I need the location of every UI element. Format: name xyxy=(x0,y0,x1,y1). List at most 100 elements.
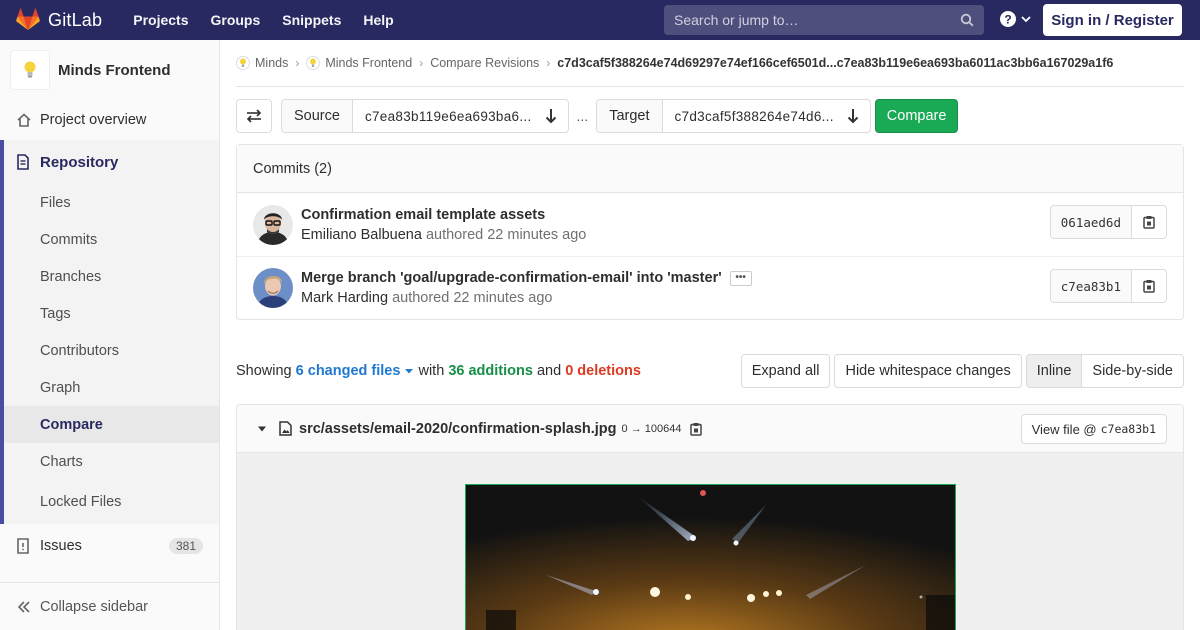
compare-button[interactable]: Compare xyxy=(874,99,959,133)
breadcrumb-separator: › xyxy=(295,56,300,70)
copy-sha-button[interactable] xyxy=(1132,206,1166,238)
inline-view-button[interactable]: Inline xyxy=(1025,354,1083,388)
diff-stats-bar: Showing 6 changed files with 36 addition… xyxy=(236,353,1184,389)
home-icon xyxy=(16,112,32,128)
commit-row: Confirmation email template assets Emili… xyxy=(237,193,1183,256)
commit-sha[interactable]: c7ea83b1 xyxy=(1050,270,1132,302)
author-avatar[interactable] xyxy=(253,268,293,308)
changed-files-dropdown[interactable]: 6 changed files xyxy=(296,363,415,379)
svg-text:?: ? xyxy=(1004,13,1011,27)
commit-title[interactable]: Confirmation email template assets xyxy=(301,207,586,223)
diff-summary-text: with xyxy=(418,363,445,379)
sidebar-item-issues[interactable]: Issues 381 xyxy=(0,526,219,566)
nav-projects[interactable]: Projects xyxy=(130,12,191,28)
sidebar-item-repository[interactable]: Repository xyxy=(4,140,219,184)
nav-snippets[interactable]: Snippets xyxy=(279,12,344,28)
sidebar-item-label: Issues xyxy=(40,538,82,554)
sidebar-item-branches[interactable]: Branches xyxy=(4,258,219,295)
view-file-label: View file @ xyxy=(1031,421,1097,437)
collapse-label: Collapse sidebar xyxy=(40,598,149,615)
search-icon xyxy=(960,13,974,27)
group-avatar-icon xyxy=(236,56,250,70)
project-avatar-icon xyxy=(306,56,321,70)
commit-author[interactable]: Mark Harding xyxy=(301,290,388,306)
nav-groups[interactable]: Groups xyxy=(207,12,263,28)
gitlab-logo[interactable]: GitLab xyxy=(16,0,102,40)
hide-whitespace-button[interactable]: Hide whitespace changes xyxy=(834,354,1022,388)
expand-description-button[interactable]: ••• xyxy=(729,270,752,286)
sidebar-item-locked-files[interactable]: Locked Files xyxy=(4,480,219,524)
commits-panel: Commits (2) Confirmation email template … xyxy=(236,144,1184,320)
collapse-sidebar-button[interactable]: Collapse sidebar xyxy=(0,582,219,630)
sidebar-item-overview[interactable]: Project overview xyxy=(0,100,219,140)
copy-sha-button[interactable] xyxy=(1132,270,1166,302)
diff-file: src/assets/email-2020/confirmation-splas… xyxy=(236,404,1184,630)
swap-revisions-button[interactable] xyxy=(236,99,272,133)
sidebar-item-commits[interactable]: Commits xyxy=(4,221,219,258)
sidebar-item-files[interactable]: Files xyxy=(4,184,219,221)
collapse-file-toggle[interactable] xyxy=(257,425,267,433)
sidebar-item-graph[interactable]: Graph xyxy=(4,369,219,406)
diff-view-controls: Expand all Hide whitespace changes Inlin… xyxy=(737,354,1184,388)
target-ref-selector[interactable]: Target c7d3caf5f388264e74d6... xyxy=(596,99,871,133)
side-by-side-view-button[interactable]: Side-by-side xyxy=(1082,354,1184,388)
diff-summary: Showing 6 changed files with 36 addition… xyxy=(236,363,641,379)
brand-name: GitLab xyxy=(48,9,103,30)
help-dropdown[interactable]: ? xyxy=(999,10,1032,28)
breadcrumb-separator: › xyxy=(546,56,551,70)
caret-down-icon xyxy=(405,369,414,374)
question-icon: ? xyxy=(1000,11,1016,27)
sidebar-repository-group: Repository Files Commits Branches Tags C… xyxy=(0,140,219,524)
top-navbar: GitLab Projects Groups Snippets Help Sea… xyxy=(0,0,1200,40)
signin-button[interactable]: Sign in / Register xyxy=(1043,4,1182,36)
search-placeholder: Search or jump to… xyxy=(674,12,799,28)
breadcrumb-minds[interactable]: Minds xyxy=(236,56,288,70)
commit-meta: Mark Harding authored 22 minutes ago xyxy=(301,290,752,306)
sidebar-item-compare[interactable]: Compare xyxy=(4,406,219,443)
issues-icon xyxy=(16,538,32,554)
target-value: c7d3caf5f388264e74d6... xyxy=(674,108,834,124)
sidebar-item-contributors[interactable]: Contributors xyxy=(4,332,219,369)
diff-file-body xyxy=(237,453,1183,630)
commit-title[interactable]: Merge branch 'goal/upgrade-confirmation-… xyxy=(301,270,752,286)
target-label: Target xyxy=(597,100,663,132)
source-value: c7ea83b119e6ea693ba6... xyxy=(364,108,532,124)
chevron-down-icon xyxy=(1021,16,1031,23)
sidebar-item-tags[interactable]: Tags xyxy=(4,295,219,332)
commits-header: Commits (2) xyxy=(237,145,1183,193)
clipboard-icon xyxy=(1143,280,1155,293)
expand-all-button[interactable]: Expand all xyxy=(740,354,831,388)
clipboard-icon xyxy=(690,422,703,436)
breadcrumb-compare[interactable]: Compare Revisions xyxy=(430,56,539,70)
commit-title-text: Merge branch 'goal/upgrade-confirmation-… xyxy=(301,270,722,286)
commit-title-text: Confirmation email template assets xyxy=(301,206,546,223)
diff-summary-text: and xyxy=(536,363,562,379)
file-path[interactable]: src/assets/email-2020/confirmation-splas… xyxy=(299,421,617,437)
breadcrumb-current[interactable]: c7d3caf5f388264e74d69297e74ef166cef6501d… xyxy=(557,56,1113,70)
sidebar-item-label: Repository xyxy=(40,153,119,171)
doc-icon xyxy=(16,154,32,170)
caret-down-icon xyxy=(258,426,266,431)
commit-row: Merge branch 'goal/upgrade-confirmation-… xyxy=(237,256,1183,319)
breadcrumb-label: Minds Frontend xyxy=(325,56,413,70)
copy-file-path-button[interactable] xyxy=(690,422,703,436)
view-file-button[interactable]: View file @ c7ea83b1 xyxy=(1020,414,1167,444)
changed-files-label: 6 changed files xyxy=(295,363,401,379)
breadcrumb: Minds › Minds Frontend › Compare Revisio… xyxy=(236,40,1184,87)
nav-help[interactable]: Help xyxy=(360,12,396,28)
commit-author[interactable]: Emiliano Balbuena xyxy=(301,227,422,243)
author-avatar[interactable] xyxy=(253,204,293,245)
lightbulb-icon xyxy=(24,61,36,78)
commit-time: authored 22 minutes ago xyxy=(392,290,553,306)
image-file-icon xyxy=(279,421,292,436)
sidebar-item-label: Project overview xyxy=(40,112,147,128)
project-header[interactable]: Minds Frontend xyxy=(0,40,219,100)
search-input[interactable]: Search or jump to… xyxy=(664,5,984,35)
ref-separator: ... xyxy=(576,108,589,124)
sidebar-item-charts[interactable]: Charts xyxy=(4,443,219,480)
source-ref-selector[interactable]: Source c7ea83b119e6ea693ba6... xyxy=(281,99,569,133)
breadcrumb-project[interactable]: Minds Frontend xyxy=(306,56,412,70)
commit-sha[interactable]: 061aed6d xyxy=(1050,206,1132,238)
arrow-down-icon xyxy=(544,100,568,132)
added-image-preview xyxy=(465,484,956,630)
